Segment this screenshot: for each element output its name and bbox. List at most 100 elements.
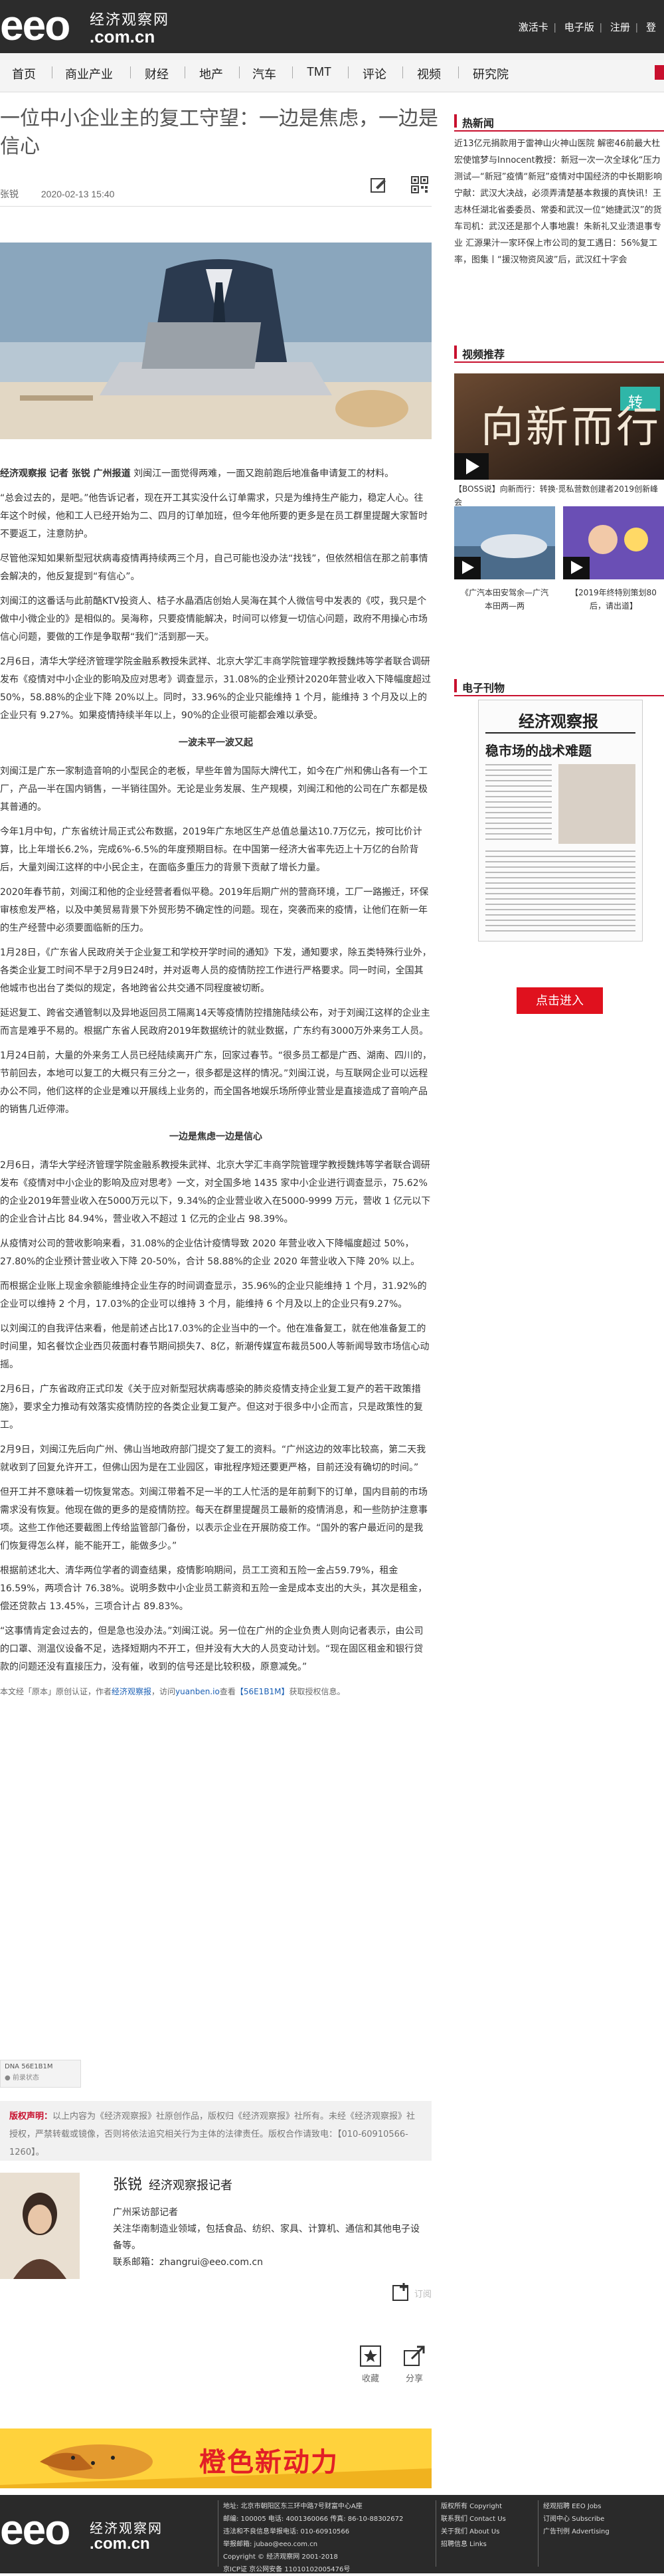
- article-paragraph: 2月6日，清华大学经济管理学院金融系教授朱武祥、北京大学汇丰商学院管理学教授魏炜…: [0, 1160, 431, 1225]
- epaper-photo: [558, 764, 635, 844]
- copyright-tag[interactable]: DNA 56E1B1M ● 前录状态: [0, 2060, 81, 2088]
- article-paragraph: 1月24日前，大量的外来务工人员已经陆续离开广东，回家过春节。“很多员工都是广西…: [0, 1050, 432, 1115]
- footer-links-col: 经观招聘 EEO Jobs 订阅中心 Subscribe 广告刊例 Advert…: [543, 2500, 656, 2538]
- author-bio: 关注华南制造业领域，包括食品、纺织、家具、计算机、通信和其他电子设备等。: [113, 2224, 420, 2251]
- footer-link-copyright[interactable]: 版权所有 Copyright: [441, 2500, 534, 2513]
- divider: |: [635, 22, 638, 33]
- nav-item-video[interactable]: 视频: [417, 65, 441, 82]
- ad-banner[interactable]: 橙色新动力: [0, 2428, 432, 2488]
- epaper-cover[interactable]: 经济观察报 稳市场的战术难题: [478, 700, 643, 941]
- video-title: 视频推荐: [462, 349, 505, 361]
- top-bar: eeo 经济观察网 .com.cn 激活卡 | 电子版 | 注册 | 登: [0, 0, 664, 53]
- note-mid2: 查看: [219, 1687, 236, 1696]
- collect-button[interactable]: 收藏: [357, 2344, 384, 2384]
- footer-links-col: 版权所有 Copyright 联系我们 Contact Us 关于我们 Abou…: [441, 2500, 534, 2551]
- article-lead-byline: 经济观察报 记者 张锐 广州报道: [0, 468, 131, 479]
- video-thumb-1-caption[interactable]: 《广汽本田安驾余—广汽本田两—两: [458, 586, 551, 613]
- footer-link-jobs[interactable]: 招聘信息 Links: [441, 2538, 534, 2551]
- footer-address-line: Copyright © 经济观察网 2001-2018: [223, 2553, 338, 2561]
- nav-item-auto[interactable]: 汽车: [252, 65, 276, 82]
- subscribe-icon: [392, 2283, 408, 2301]
- code-link[interactable]: 【56E1B1M】: [236, 1687, 290, 1696]
- header-accent: [454, 679, 457, 692]
- video-feature[interactable]: 向新而行 转: [454, 373, 664, 480]
- main-nav: 首页 商业产业 财经 地产 汽车 TMT 评论 视频 研究院: [0, 53, 664, 92]
- author-name-line: 张锐 经济观察报记者: [113, 2173, 232, 2194]
- article-author[interactable]: 张锐: [0, 189, 19, 199]
- article-paragraph: 刘闽江的这番话与此前酷KTV投资人、桔子水晶酒店创始人吴海在其个人微信号中发表的…: [0, 596, 428, 643]
- article-subheading: 一边是焦虑一边是信心: [169, 1132, 262, 1142]
- nav-divider: [458, 66, 459, 78]
- share-button[interactable]: 分享: [401, 2344, 428, 2384]
- author-department: 广州采访部记者: [113, 2207, 178, 2218]
- ad-text: 橙色新动力: [199, 2448, 339, 2477]
- qrcode-icon[interactable]: [410, 175, 429, 194]
- hot-news-list[interactable]: 近13亿元捐款用于雷神山火神山医院 解密46前最大杜宏使馆梦与Innocent教…: [454, 136, 664, 268]
- epaper-name: 经济观察报: [519, 714, 598, 731]
- footer-logo[interactable]: eeo: [0, 2508, 70, 2551]
- footer-link-subscribe[interactable]: 订阅中心 Subscribe: [543, 2513, 656, 2526]
- note-suffix: 获取授权信息。: [289, 1687, 345, 1696]
- video-thumb-1[interactable]: [454, 506, 555, 579]
- video-caption[interactable]: 【BOSS说】向新而行：转换·觅私营数创建者2019创新峰会: [454, 482, 664, 509]
- header-accent: [454, 346, 457, 359]
- hot-news-title: 热新闻: [462, 118, 495, 130]
- top-links: 激活卡 | 电子版 | 注册 | 登: [513, 20, 656, 34]
- article-paragraph: 根据前述北大、清华两位学者的调查结果，疫情影响期间，员工工资和五险一金占59.7…: [0, 1565, 428, 1612]
- article-subheading: 一波未平一波又起: [179, 738, 253, 748]
- article-body: 经济观察报 记者 张锐 广州报道 刘闽江一面觉得两难，一面又跑前跑后地准备申请复…: [0, 465, 432, 1708]
- video-thumb-2-caption[interactable]: 【2019年终特别策划80后，请出道】: [567, 586, 660, 613]
- nav-item-tmt[interactable]: TMT: [307, 65, 331, 79]
- footer-address-line: 违法和不良信息举报电话: 010-60910566: [223, 2528, 350, 2535]
- article-paragraph: 刘闽江是广东一家制造音响的小型民企的老板，早些年曾为国际大牌代工，如今在广州和佛…: [0, 766, 428, 813]
- author-name[interactable]: 张锐: [113, 2176, 142, 2193]
- article-meta: 张锐 2020-02-13 15:40: [0, 187, 114, 201]
- subscribe-button[interactable]: 订阅: [392, 2282, 432, 2308]
- video-thumb-2[interactable]: [563, 506, 664, 579]
- nav-item-commentary[interactable]: 评论: [363, 65, 386, 82]
- footer-link-advertising[interactable]: 广告刊例 Advertising: [543, 2526, 656, 2538]
- epaper-headline: 稳市场的战术难题: [485, 744, 592, 759]
- article-paragraph: “这事情肯定会过去的，但是急也没办法。”刘闽江说。另一位在广州的企业负责人则向记…: [0, 1626, 424, 1672]
- footer-address-line: 地址: 北京市朝阳区东三环中路7号财富中心A座: [223, 2503, 363, 2510]
- copyright-label: 版权声明：: [9, 2112, 53, 2122]
- author-email-line: 联系邮箱：zhangrui@eeo.com.cn: [113, 2254, 425, 2271]
- footer-address-line: 举报邮箱: jubao@eeo.com.cn: [223, 2541, 318, 2548]
- edit-icon[interactable]: [369, 175, 388, 194]
- epaper-rule: [485, 732, 635, 734]
- article-paragraph: 而根据企业账上现金余额能维持企业生存的时间调查显示，35.96%的企业只能维持 …: [0, 1281, 427, 1310]
- register-link[interactable]: 注册: [610, 22, 630, 33]
- yuanben-link[interactable]: yuanben.io: [175, 1687, 220, 1696]
- nav-item-realestate[interactable]: 地产: [199, 65, 223, 82]
- epaper-enter-button[interactable]: 点击进入: [517, 987, 603, 1014]
- epaper-section-title: 电子刊物: [462, 683, 505, 694]
- share-icon: [404, 2345, 425, 2366]
- footer-logo-url[interactable]: .com.cn: [90, 2535, 150, 2553]
- article-hero-image: [0, 243, 432, 439]
- originality-note: 本文经「原本」原创认证，作者经济观察报，访问yuanben.io查看【56E1B…: [0, 1683, 432, 1701]
- article-paragraph: 以刘闽江的自我评估来看，他是前述占比17.03%的企业当中的一个。他在准备复工，…: [0, 1324, 430, 1370]
- nav-divider: [348, 66, 349, 78]
- nav-item-research[interactable]: 研究院: [473, 65, 509, 82]
- login-link[interactable]: 登: [646, 22, 656, 33]
- nav-item-business[interactable]: 商业产业: [65, 65, 113, 82]
- nav-item-home[interactable]: 首页: [12, 65, 36, 82]
- note-author-link[interactable]: 经济观察报: [112, 1687, 151, 1696]
- epaper-link[interactable]: 电子版: [564, 22, 594, 33]
- share-label: 分享: [405, 2374, 423, 2384]
- nav-item-finance[interactable]: 财经: [145, 65, 169, 82]
- author-email[interactable]: zhangrui@eeo.com.cn: [159, 2257, 263, 2268]
- video-header: 视频推荐: [454, 344, 664, 363]
- footer-logo-cn[interactable]: 经济观察网: [90, 2518, 163, 2537]
- footer-link-eeo-jobs[interactable]: 经观招聘 EEO Jobs: [543, 2500, 656, 2513]
- site-logo-url[interactable]: .com.cn: [90, 27, 155, 47]
- site-logo[interactable]: eeo: [0, 4, 70, 47]
- nav-accent: [655, 65, 664, 80]
- footer-link-about[interactable]: 关于我们 About Us: [441, 2526, 534, 2538]
- nav-divider: [239, 66, 240, 78]
- footer-address-line: 京ICP证 京公网安备 11010102005476号: [223, 2566, 351, 2573]
- activate-card-link[interactable]: 激活卡: [519, 22, 548, 33]
- author-email-label: 联系邮箱：: [113, 2257, 159, 2268]
- author-avatar[interactable]: [0, 2173, 80, 2279]
- footer-link-contact[interactable]: 联系我们 Contact Us: [441, 2513, 534, 2526]
